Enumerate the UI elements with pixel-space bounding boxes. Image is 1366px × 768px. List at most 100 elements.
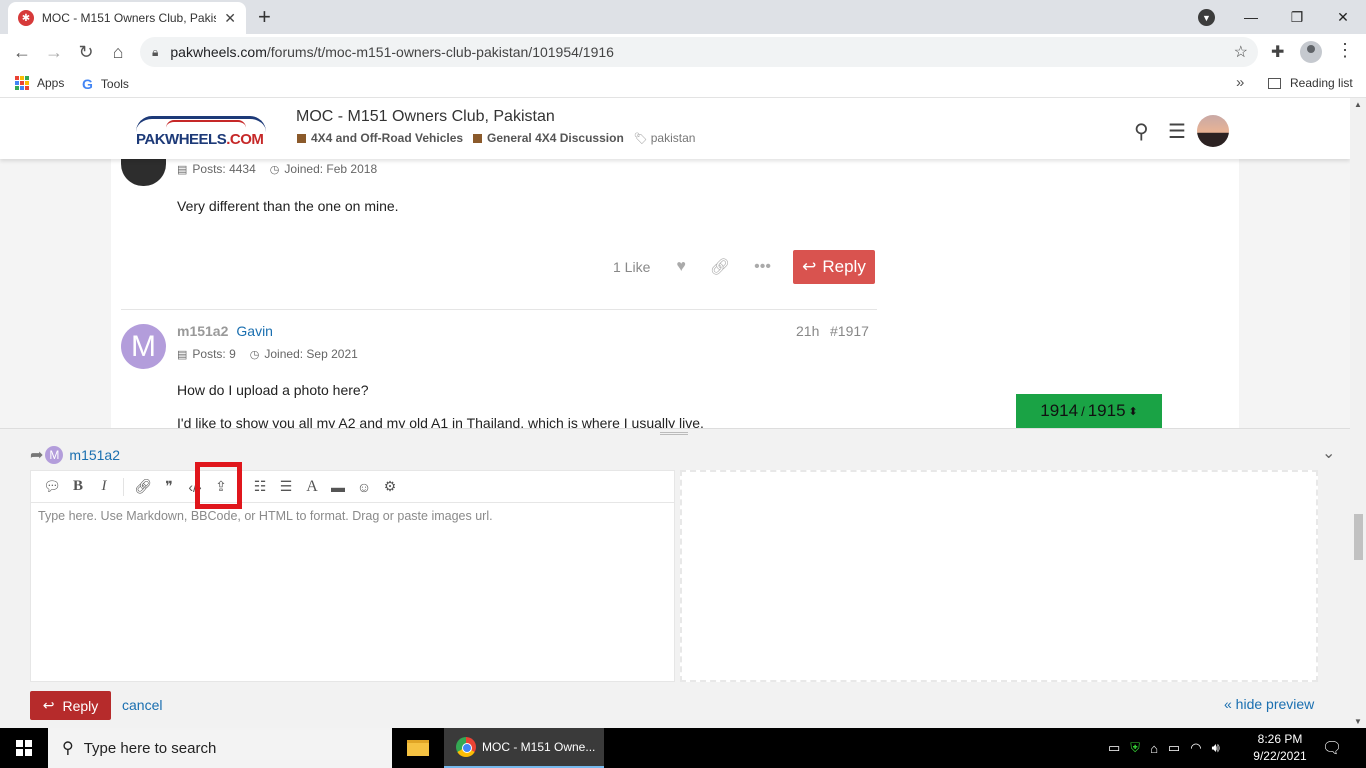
clock-icon: ◷ — [249, 348, 260, 361]
pakwheels-logo[interactable]: PAKWHEELS.COM — [132, 116, 274, 152]
cancel-link[interactable]: cancel — [122, 697, 162, 713]
chrome-taskbar-button[interactable]: MOC - M151 Owne... — [444, 728, 604, 768]
extensions-icon[interactable]: ✚ — [1271, 42, 1284, 62]
battery-icon[interactable]: ▭ — [1168, 740, 1180, 756]
bold-icon[interactable]: B — [65, 474, 91, 500]
reload-icon[interactable]: ↻ — [74, 40, 98, 64]
new-tab-button[interactable]: + — [258, 4, 271, 30]
home-icon[interactable]: ⌂ — [106, 40, 130, 64]
page-viewport: ▤ Posts: 4434 ◷ Joined: Feb 2018 Very di… — [0, 98, 1350, 728]
italic-icon[interactable]: I — [91, 474, 117, 500]
hamburger-menu-icon[interactable]: ☰ — [1168, 119, 1186, 144]
link-icon[interactable]: 🔗︎ — [710, 257, 730, 277]
numbered-list-icon[interactable]: ☰ — [273, 474, 299, 500]
heading-icon[interactable]: A — [299, 474, 325, 500]
windows-taskbar: ⚲ Type here to search MOC - M151 Owne...… — [0, 728, 1366, 768]
category-link[interactable]: 4X4 and Off-Road Vehicles — [297, 131, 463, 145]
posts-icon: ▤ — [177, 348, 188, 361]
forward-icon[interactable]: → — [42, 40, 66, 64]
tag-link[interactable]: 🏷︎ pakistan — [634, 131, 696, 145]
car-logo-icon — [136, 116, 266, 132]
search-icon[interactable]: ⚲ — [1134, 119, 1149, 144]
emoji-icon[interactable]: ☺ — [351, 474, 377, 500]
post2-avatar[interactable]: M — [121, 324, 166, 369]
browser-menu-icon[interactable]: ⋮ — [1336, 40, 1354, 61]
post2-number[interactable]: #1917 — [830, 323, 869, 339]
page-scrollbar[interactable]: ▲ ▼ — [1350, 98, 1366, 728]
blockquote-icon[interactable]: ❞ — [156, 474, 182, 500]
heart-icon[interactable]: ♥ — [676, 258, 686, 276]
post2-meta: ▤ Posts: 9 ◷ Joined: Sep 2021 — [177, 347, 358, 361]
defender-icon[interactable]: ⛨ — [1130, 740, 1140, 756]
browser-toolbar: ← → ↻ ⌂ 🔒︎ pakwheels.com/forums/t/moc-m1… — [0, 34, 1366, 70]
bookmark-star-icon[interactable]: ☆ — [1234, 42, 1248, 62]
start-button[interactable] — [0, 728, 48, 768]
bookmarks-bar: Apps G Tools » Reading list — [0, 70, 1366, 98]
tab-title: MOC - M151 Owners Club, Pakistan — [41, 11, 217, 25]
file-explorer-button[interactable] — [396, 728, 440, 768]
post1-meta: ▤ Posts: 4434 ◷ Joined: Feb 2018 — [177, 162, 378, 176]
wifi-icon[interactable]: ◠ — [1190, 740, 1201, 756]
reply-arrow-icon: ↩ — [42, 697, 55, 713]
taskbar-clock[interactable]: 8:26 PM 9/22/2021 — [1250, 731, 1310, 765]
reply-composer: ➦ M m151a2 ⌄ 💬︎ B I 🔗︎ ❞ ‹/› ⇪ ☷ ☰ A ▬ ☺… — [0, 428, 1350, 728]
scroll-up-icon[interactable]: ▲ — [1354, 100, 1362, 109]
site-header: PAKWHEELS.COM MOC - M151 Owners Club, Pa… — [0, 98, 1350, 159]
volume-icon[interactable]: 🔊︎ — [1212, 740, 1220, 756]
minimize-icon[interactable]: — — [1228, 0, 1274, 34]
browser-tab[interactable]: ✱ MOC - M151 Owners Club, Pakistan ✕ — [8, 2, 246, 34]
composer-resize-grip[interactable] — [660, 432, 688, 435]
restore-icon[interactable]: ❐ — [1274, 0, 1320, 34]
taskbar-search[interactable]: ⚲ Type here to search — [48, 728, 392, 768]
tag-icon: 🏷︎ — [633, 132, 648, 145]
scroll-down-icon[interactable]: ▼ — [1354, 717, 1362, 726]
reply-share-icon[interactable]: ➦ — [30, 445, 43, 465]
submit-reply-button[interactable]: ↩ Reply — [30, 691, 111, 720]
sort-caret-icon: ⬍ — [1128, 405, 1138, 418]
windows-logo-icon — [16, 740, 32, 756]
post-reply-button[interactable]: ↩ Reply — [792, 250, 875, 284]
collapse-composer-icon[interactable]: ⌄ — [1322, 443, 1335, 463]
settings-gear-icon[interactable]: ⚙ — [377, 474, 403, 500]
user-avatar[interactable] — [1197, 115, 1229, 147]
subcategory-link[interactable]: General 4X4 Discussion — [473, 131, 624, 145]
usb-icon[interactable]: ⌂ — [1150, 741, 1158, 756]
lock-icon[interactable]: 🔒︎ — [152, 45, 158, 60]
hide-preview-link[interactable]: « hide preview — [1224, 696, 1314, 712]
more-bookmarks-icon[interactable]: » — [1236, 74, 1244, 91]
scroll-thumb[interactable] — [1354, 514, 1363, 560]
profile-avatar[interactable] — [1300, 41, 1322, 63]
topic-progress[interactable]: 1914 / 1915 ⬍ — [1016, 394, 1162, 428]
back-icon[interactable]: ← — [10, 40, 34, 64]
editor: 💬︎ B I 🔗︎ ❞ ‹/› ⇪ ☷ ☰ A ▬ ☺ ⚙ — [30, 462, 675, 682]
breadcrumb: 4X4 and Off-Road Vehicles General 4X4 Di… — [297, 131, 695, 145]
quote-bubble-icon[interactable]: 💬︎ — [39, 474, 65, 500]
reading-list[interactable]: Reading list — [1268, 76, 1353, 90]
post2-date[interactable]: 21h — [796, 323, 819, 339]
reply-arrow-icon: ↩ — [802, 257, 817, 276]
reply-to: ➦ M m151a2 — [30, 445, 120, 465]
code-icon[interactable]: ‹/› — [182, 474, 208, 500]
address-bar[interactable]: 🔒︎ pakwheels.com/forums/t/moc-m151-owner… — [140, 37, 1258, 67]
topic-title[interactable]: MOC - M151 Owners Club, Pakistan — [296, 108, 555, 126]
more-icon[interactable]: ••• — [754, 258, 771, 276]
close-tab-icon[interactable]: ✕ — [224, 10, 236, 27]
tab-search-icon[interactable]: ▼ — [1198, 9, 1215, 26]
link-icon[interactable]: 🔗︎ — [130, 474, 156, 500]
display-name[interactable]: Gavin — [236, 323, 273, 339]
url-text[interactable]: pakwheels.com/forums/t/moc-m151-owners-c… — [170, 44, 614, 60]
bullet-list-icon[interactable]: ☷ — [247, 474, 273, 500]
like-count[interactable]: 1 Like — [613, 259, 650, 275]
reply-to-avatar: M — [45, 446, 64, 464]
username[interactable]: m151a2 — [177, 323, 228, 339]
post2-username: m151a2 Gavin — [177, 323, 273, 339]
horizontal-rule-icon[interactable]: ▬ — [325, 474, 351, 500]
action-center-tray-icon[interactable]: ▭ — [1108, 740, 1120, 756]
reply-to-username[interactable]: m151a2 — [69, 447, 120, 463]
close-window-icon[interactable]: ✕ — [1320, 0, 1366, 34]
upload-icon[interactable]: ⇪ — [208, 474, 234, 500]
notifications-icon[interactable]: 🗨︎ — [1322, 738, 1342, 758]
reply-textarea[interactable] — [31, 503, 674, 681]
bookmark-apps[interactable]: Apps — [15, 76, 64, 90]
bookmark-tools[interactable]: G Tools — [82, 76, 129, 92]
